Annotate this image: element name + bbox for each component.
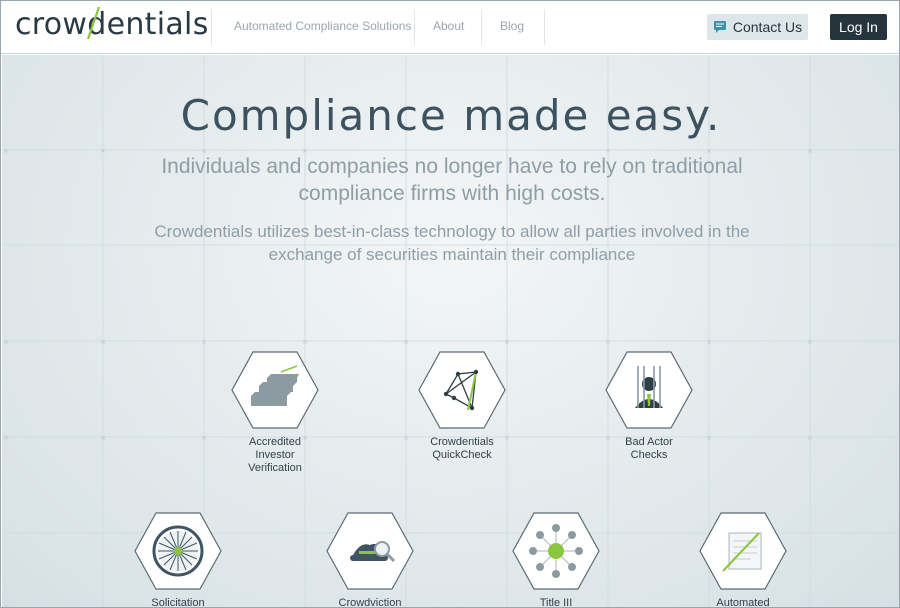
nav-link-blog[interactable]: Blog	[500, 19, 524, 33]
feature-bad-actor-checks[interactable]: Bad Actor Checks	[579, 350, 719, 462]
contact-us-button[interactable]: Contact Us	[707, 14, 808, 40]
feature-label: Solicitation	[151, 597, 205, 608]
feature-label: Automated	[716, 597, 770, 608]
feature-crowdentials-quickcheck[interactable]: Crowdentials QuickCheck	[392, 350, 532, 462]
jailed-person-icon	[605, 351, 693, 429]
svg-text:×: ×	[3, 338, 9, 346]
svg-text:×: ×	[807, 147, 813, 155]
nav-divider	[481, 9, 482, 45]
svg-text:×: ×	[706, 338, 712, 346]
nav-link-automated-compliance[interactable]: Automated Compliance Solutions	[234, 19, 411, 33]
logo-slash-icon	[86, 6, 101, 40]
svg-text:×: ×	[807, 338, 813, 346]
page-frame: crowdentials Automated Compliance Soluti…	[0, 0, 900, 608]
logo[interactable]: crowdentials	[15, 7, 209, 42]
nav-divider	[211, 9, 212, 45]
document-pen-icon	[699, 512, 787, 590]
chat-bubble-icon	[713, 21, 726, 33]
hero-subtitle: Individuals and companies no longer have…	[161, 155, 743, 205]
feature-label: Crowdviction	[338, 597, 402, 608]
nav-link-about[interactable]: About	[433, 19, 464, 33]
detective-hat-icon	[326, 512, 414, 590]
svg-text:×: ×	[100, 338, 106, 346]
wheel-icon	[134, 512, 222, 590]
hero-description: Crowdentials utilizes best-in-class tech…	[154, 222, 750, 264]
top-header: crowdentials Automated Compliance Soluti…	[1, 1, 899, 54]
stairs-icon	[231, 351, 319, 429]
feature-automated[interactable]: Automated	[673, 511, 813, 608]
svg-text:×: ×	[504, 338, 510, 346]
svg-text:×: ×	[3, 434, 9, 442]
feature-accredited-investor-verification[interactable]: Accredited Investor Verification	[205, 350, 345, 475]
feature-label: Accredited Investor Verification	[248, 436, 302, 474]
svg-text:×: ×	[403, 338, 409, 346]
svg-text:×: ×	[605, 338, 611, 346]
svg-text:×: ×	[807, 434, 813, 442]
svg-text:×: ×	[100, 147, 106, 155]
hero-title: Compliance made easy.	[180, 91, 722, 140]
feature-label: Bad Actor Checks	[625, 436, 673, 461]
feature-label: Crowdentials QuickCheck	[430, 436, 494, 461]
svg-text:×: ×	[201, 338, 207, 346]
svg-text:×: ×	[3, 147, 9, 155]
nav-divider	[544, 9, 545, 45]
nav-divider	[414, 9, 415, 45]
feature-label: Title III	[539, 597, 573, 608]
network-icon	[418, 351, 506, 429]
log-in-button[interactable]: Log In	[830, 14, 887, 40]
contact-us-label: Contact Us	[732, 19, 803, 35]
feature-title-iii[interactable]: Title III	[486, 511, 626, 608]
svg-text:×: ×	[100, 434, 106, 442]
feature-solicitation[interactable]: Solicitation	[108, 511, 248, 608]
hero-section: × × × × × × × × × × × × × × × × × × × × × × × × × Compliance m…	[2, 55, 899, 608]
feature-crowdviction[interactable]: Crowdviction	[300, 511, 440, 608]
hub-nodes-icon	[512, 512, 600, 590]
svg-text:×: ×	[302, 338, 308, 346]
